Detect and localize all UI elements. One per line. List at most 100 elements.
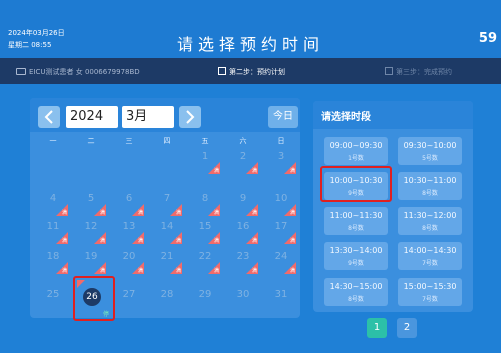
chevron-right-icon — [186, 110, 195, 124]
timeslot-time: 09:30~10:00 — [403, 141, 457, 150]
page-button[interactable]: 2 — [397, 318, 417, 338]
calendar-day[interactable]: 12 满 — [72, 218, 110, 246]
calendar-day[interactable]: 19 满 — [72, 248, 110, 276]
step-current-label: 第二步：预约计划 — [229, 68, 285, 76]
timeslot-button[interactable]: 09:00~09:30 1号数 — [324, 137, 388, 165]
calendar-day[interactable]: 6满 — [110, 190, 148, 218]
calendar-day[interactable]: 16 满 — [224, 218, 262, 246]
calendar-day[interactable] — [148, 148, 186, 176]
id-card-icon — [16, 68, 26, 75]
calendar-day[interactable]: 14 满 — [148, 218, 186, 246]
calendar-day[interactable]: 25 — [34, 286, 72, 314]
calendar-day[interactable]: 15 满 — [186, 218, 224, 246]
chevron-left-icon — [44, 110, 53, 124]
prev-month-button[interactable] — [38, 106, 60, 128]
full-marker: 满 — [251, 168, 257, 174]
calendar-day-number: 15 — [198, 221, 212, 232]
weekday-label: 一 — [49, 137, 57, 145]
calendar-day[interactable]: 31 — [262, 286, 300, 314]
calendar-day-number: 30 — [236, 289, 250, 300]
calendar-day[interactable]: 23 满 — [224, 248, 262, 276]
selected-day-flag — [77, 280, 85, 288]
calendar-day[interactable]: 9满 — [224, 190, 262, 218]
full-marker: 满 — [61, 268, 67, 274]
today-button[interactable]: 今日 — [268, 106, 298, 128]
calendar-day[interactable]: 17 满 — [262, 218, 300, 246]
timeslot-button[interactable]: 09:30~10:00 5号数 — [398, 137, 462, 165]
calendar-day-number: 18 — [46, 251, 60, 262]
calendar-day[interactable] — [72, 148, 110, 176]
calendar-day[interactable]: 11 满 — [34, 218, 72, 246]
calendar-day[interactable] — [34, 148, 72, 176]
full-marker: 满 — [289, 238, 295, 244]
calendar-day-number: 3 — [277, 151, 285, 162]
selected-day[interactable]: 26 — [83, 288, 101, 306]
calendar-day[interactable]: 4满 — [34, 190, 72, 218]
weekday-label: 二 — [87, 137, 95, 145]
calendar-day[interactable]: 29 — [186, 286, 224, 314]
full-marker: 满 — [175, 210, 181, 216]
full-marker: 满 — [137, 268, 143, 274]
next-month-button[interactable] — [179, 106, 201, 128]
calendar-day[interactable]: 27 — [110, 286, 148, 314]
timeslot-button[interactable]: 10:30~11:00 8号数 — [398, 172, 462, 200]
calendar-day[interactable]: 28 — [148, 286, 186, 314]
calendar-day[interactable]: 22 满 — [186, 248, 224, 276]
calendar-day-number: 17 — [274, 221, 288, 232]
timeslot-count: 1号数 — [348, 155, 364, 162]
calendar-day[interactable]: 21 满 — [148, 248, 186, 276]
weekday-label: 三 — [125, 137, 133, 145]
full-marker: 满 — [251, 210, 257, 216]
timeslot-button[interactable]: 15:00~15:30 7号数 — [398, 278, 462, 306]
timeslot-button[interactable]: 11:00~11:30 8号数 — [324, 207, 388, 235]
patient-info: EICU测试患者 女 0006679978BD — [16, 67, 140, 77]
calendar-day-number: 22 — [198, 251, 212, 262]
calendar-day[interactable]: 2满 — [224, 148, 262, 176]
timeslot-button[interactable]: 14:30~15:00 8号数 — [324, 278, 388, 306]
calendar-day-number: 25 — [46, 289, 60, 300]
full-marker: 满 — [251, 238, 257, 244]
calendar-day[interactable]: 24 满 — [262, 248, 300, 276]
selected-slot-outline — [320, 166, 392, 202]
timeslot-count: 7号数 — [422, 260, 438, 267]
calendar-day-number: 16 — [236, 221, 250, 232]
calendar-day[interactable]: 30 — [224, 286, 262, 314]
weekday-label: 六 — [239, 137, 247, 145]
calendar-day-number: 20 — [122, 251, 136, 262]
calendar-day[interactable]: 18 满 — [34, 248, 72, 276]
calendar-icon — [218, 67, 226, 75]
full-marker: 满 — [213, 210, 219, 216]
full-marker: 满 — [289, 168, 295, 174]
weekday-label: 四 — [163, 137, 171, 145]
calendar-day-number: 28 — [160, 289, 174, 300]
calendar-day[interactable] — [110, 148, 148, 176]
calendar-day[interactable]: 10 满 — [262, 190, 300, 218]
calendar-day[interactable]: 20 满 — [110, 248, 148, 276]
calendar-day[interactable]: 8满 — [186, 190, 224, 218]
timeslot-button[interactable]: 13:30~14:00 9号数 — [324, 242, 388, 270]
full-marker: 满 — [137, 210, 143, 216]
timeslot-time: 14:30~15:00 — [329, 282, 383, 291]
calendar-day[interactable]: 13 满 — [110, 218, 148, 246]
page-button[interactable]: 1 — [367, 318, 387, 338]
calendar-day-number: 2 — [239, 151, 247, 162]
step-current: 第二步：预约计划 — [218, 67, 285, 77]
timeslot-button[interactable]: 11:30~12:00 8号数 — [398, 207, 462, 235]
timeslot-count: 8号数 — [422, 225, 438, 232]
calendar-day-number: 10 — [274, 193, 288, 204]
timeslot-count: 8号数 — [422, 190, 438, 197]
full-marker: 满 — [289, 210, 295, 216]
full-marker: 满 — [251, 268, 257, 274]
year-select[interactable]: 2024 — [66, 106, 118, 128]
month-select[interactable]: 3月 — [122, 106, 174, 128]
timeslot-time: 15:00~15:30 — [403, 282, 457, 291]
calendar-day[interactable]: 7满 — [148, 190, 186, 218]
calendar-day[interactable]: 3满 — [262, 148, 300, 176]
timeslot-button[interactable]: 14:00~14:30 7号数 — [398, 242, 462, 270]
calendar-day[interactable]: 1满 — [186, 148, 224, 176]
calendar-day-number: 7 — [163, 193, 171, 204]
full-marker: 满 — [137, 238, 143, 244]
calendar-day[interactable]: 5满 — [72, 190, 110, 218]
check-icon — [385, 67, 393, 75]
calendar-day-number: 24 — [274, 251, 288, 262]
